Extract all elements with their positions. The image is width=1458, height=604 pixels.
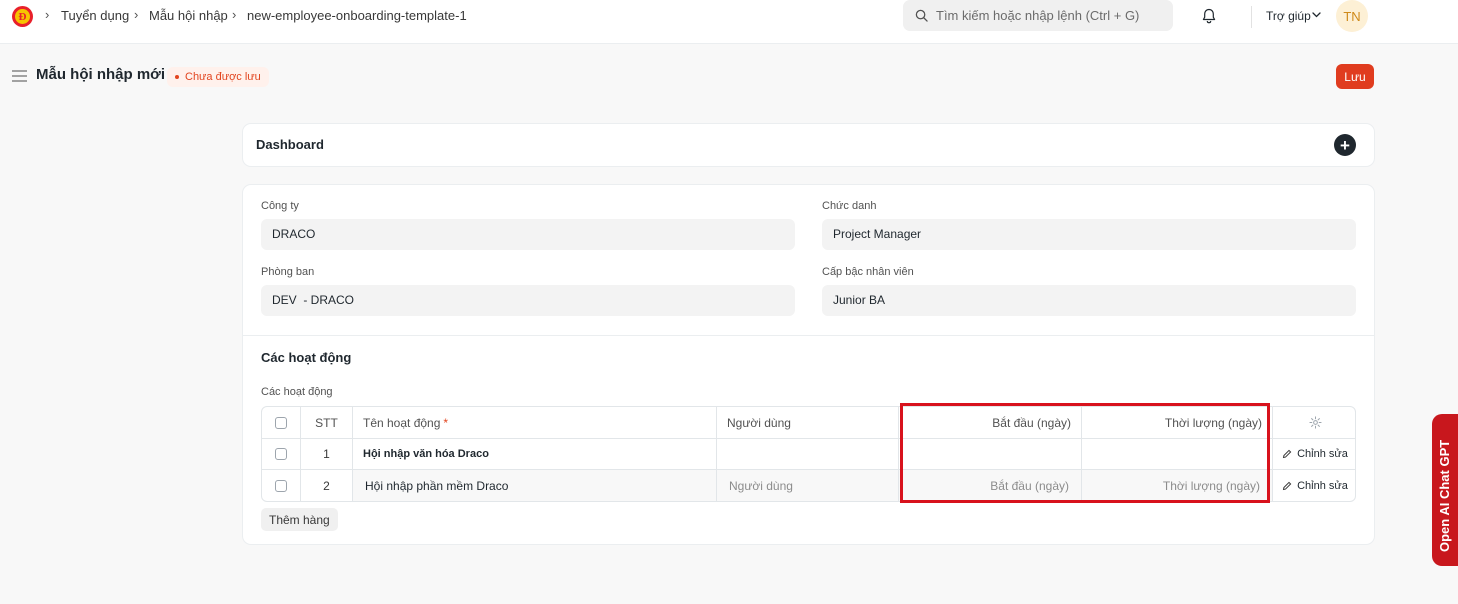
table-header-row: STT Tên hoạt động * Người dùng Bắt đầu (n…	[262, 407, 1355, 439]
chevron-right-icon: ›	[134, 7, 139, 22]
duration-input[interactable]: Thời lượng (ngày)	[1082, 470, 1273, 501]
avatar[interactable]: TN	[1336, 0, 1368, 32]
activity-name-input[interactable]: Hội nhập phần mềm Draco	[353, 470, 717, 501]
help-dropdown[interactable]: Trợ giúp	[1266, 9, 1311, 23]
user-cell[interactable]	[717, 439, 899, 469]
search-bar[interactable]: Tìm kiếm hoặc nhập lệnh (Ctrl + G)	[903, 0, 1173, 31]
save-button[interactable]: Lưu	[1336, 64, 1374, 89]
logo-letter: Đ	[15, 9, 30, 24]
page-title: Mẫu hội nhập mới	[36, 66, 165, 83]
department-field[interactable]: DEV - DRACO	[261, 285, 795, 316]
status-dot-icon	[175, 75, 179, 79]
column-settings-cell	[1273, 407, 1355, 438]
department-label: Phòng ban	[261, 266, 315, 278]
edit-link[interactable]: Chỉnh sửa	[1282, 480, 1348, 492]
edit-row-button[interactable]: Chỉnh sửa	[1273, 470, 1355, 501]
edit-row-button[interactable]: Chỉnh sửa	[1273, 439, 1355, 469]
breadcrumb-current-doc[interactable]: new-employee-onboarding-template-1	[247, 8, 467, 23]
app-logo[interactable]: Đ	[12, 6, 33, 27]
begin-on-cell[interactable]	[899, 439, 1082, 469]
grade-field[interactable]: Junior BA	[822, 285, 1356, 316]
navbar-divider	[1251, 6, 1252, 28]
breadcrumb-onboarding-template[interactable]: Mẫu hội nhập	[149, 8, 228, 23]
begin-on-input[interactable]: Bắt đầu (ngày)	[899, 470, 1082, 501]
table-row[interactable]: 1 Hội nhập văn hóa Draco Chỉnh sửa	[262, 439, 1355, 470]
edit-label: Chỉnh sửa	[1297, 448, 1348, 460]
row-checkbox[interactable]	[275, 479, 287, 492]
plus-icon[interactable]: +	[1334, 134, 1356, 156]
row-number: 1	[301, 439, 353, 469]
pencil-icon	[1282, 449, 1292, 459]
duration-cell[interactable]	[1082, 439, 1273, 469]
grade-label: Cấp bậc nhân viên	[822, 266, 914, 278]
top-navbar: Đ › Tuyển dụng › Mẫu hội nhập › new-empl…	[0, 0, 1458, 44]
column-header-duration: Thời lượng (ngày)	[1082, 407, 1273, 438]
search-icon	[915, 9, 928, 22]
activities-section-title: Các hoạt động	[261, 350, 352, 365]
gear-icon[interactable]	[1308, 416, 1322, 429]
row-select-cell	[262, 470, 301, 501]
required-asterisk: *	[443, 415, 449, 430]
search-input[interactable]: Tìm kiếm hoặc nhập lệnh (Ctrl + G)	[936, 8, 1139, 23]
form-section: Công ty DRACO Chức danh Project Manager …	[242, 184, 1375, 545]
dashboard-section[interactable]: Dashboard +	[242, 123, 1375, 167]
pencil-icon	[1282, 481, 1292, 490]
chevron-right-icon: ›	[232, 7, 237, 22]
column-header-begin-on: Bắt đầu (ngày)	[899, 407, 1082, 438]
company-label: Công ty	[261, 200, 299, 212]
status-badge: Chưa được lưu	[167, 67, 269, 87]
column-header-user: Người dùng	[717, 407, 899, 438]
add-row-button[interactable]: Thêm hàng	[261, 508, 338, 531]
column-header-activity-name: Tên hoạt động *	[353, 407, 717, 438]
menu-icon[interactable]	[12, 70, 27, 82]
activity-name-cell[interactable]: Hội nhập văn hóa Draco	[353, 439, 717, 469]
select-all-cell	[262, 407, 301, 438]
row-number: 2	[301, 470, 353, 501]
activities-table: STT Tên hoạt động * Người dùng Bắt đầu (n…	[261, 406, 1356, 502]
edit-link[interactable]: Chỉnh sửa	[1282, 448, 1348, 460]
activity-name-header-label: Tên hoạt động	[363, 415, 441, 430]
company-field[interactable]: DRACO	[261, 219, 795, 250]
user-input[interactable]: Người dùng	[717, 470, 899, 501]
column-header-no: STT	[301, 407, 353, 438]
breadcrumb-recruitment[interactable]: Tuyển dụng	[61, 8, 129, 23]
table-row[interactable]: 2 Hội nhập phần mềm Draco Người dùng Bắt…	[262, 470, 1355, 501]
select-all-checkbox[interactable]	[275, 416, 287, 429]
dashboard-title: Dashboard	[256, 137, 324, 152]
chevron-right-icon: ›	[45, 7, 50, 22]
bell-icon[interactable]	[1200, 7, 1218, 25]
row-select-cell	[262, 439, 301, 469]
designation-field[interactable]: Project Manager	[822, 219, 1356, 250]
edit-label: Chỉnh sửa	[1297, 479, 1348, 492]
row-checkbox[interactable]	[275, 448, 287, 460]
chevron-down-icon[interactable]	[1312, 12, 1321, 18]
activities-table-label: Các hoạt động	[261, 386, 333, 398]
designation-label: Chức danh	[822, 200, 877, 212]
status-text: Chưa được lưu	[185, 71, 261, 83]
chatgpt-side-tab-label[interactable]: Open AI Chat GPT	[1437, 440, 1452, 552]
section-divider	[243, 335, 1374, 336]
